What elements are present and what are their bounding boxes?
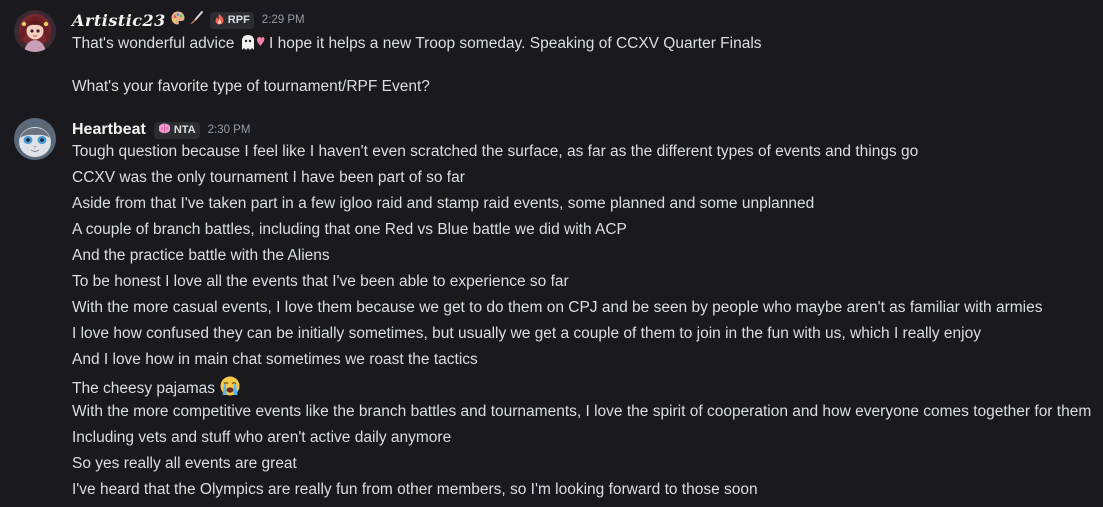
brain-icon <box>158 123 171 137</box>
message-header: Artistic23 RPF 2:29 PM <box>72 9 305 31</box>
message-line: With the more casual events, I love them… <box>72 299 1043 316</box>
timestamp[interactable]: 2:30 PM <box>208 124 251 136</box>
message-group-artistic23: Artistic23 RPF 2:29 PM That's wonderful … <box>0 0 1103 100</box>
message-line: And I love how in main chat sometimes we… <box>72 351 478 368</box>
message-line: Including vets and stuff who aren't acti… <box>72 429 452 446</box>
message-text: The cheesy pajamas <box>72 380 216 397</box>
message-line: So yes really all events are great <box>72 455 297 472</box>
author-name[interactable]: Artistic23 <box>72 11 166 30</box>
palette-icon <box>170 10 186 31</box>
message-line: And the practice battle with the Aliens <box>72 247 330 264</box>
ghost-heart-emoji <box>239 32 265 59</box>
role-tag-label: NTA <box>173 124 196 136</box>
chat-messages: Artistic23 RPF 2:29 PM That's wonderful … <box>0 0 1103 507</box>
message-line: The cheesy pajamas <box>72 375 241 404</box>
message-text: What's your favorite type of tournament/… <box>72 78 430 95</box>
author-name[interactable]: Heartbeat <box>72 121 146 139</box>
message-line: That's wonderful advice I hope it helps … <box>72 32 762 59</box>
message-line: With the more competitive events like th… <box>72 403 1092 420</box>
loudly-crying-emoji <box>219 375 241 404</box>
paintbrush-icon <box>188 10 204 31</box>
message-line: Aside from that I've taken part in a few… <box>72 195 815 212</box>
message-group-heartbeat: Heartbeat NTA 2:30 PM Tough question bec… <box>0 110 1103 507</box>
avatar-girl-icon[interactable] <box>14 10 56 52</box>
message-line: What's your favorite type of tournament/… <box>72 76 430 98</box>
message-line: I love how confused they can be initiall… <box>72 325 981 342</box>
message-line: Tough question because I feel like I hav… <box>72 143 919 160</box>
flame-icon <box>214 13 225 28</box>
role-tag[interactable]: NTA <box>153 121 200 139</box>
message-line: A couple of branch battles, including th… <box>72 221 627 238</box>
timestamp[interactable]: 2:29 PM <box>262 14 305 26</box>
avatar-cat-icon[interactable] <box>14 118 56 160</box>
role-tag-label: RPF <box>227 14 250 26</box>
username-decorations <box>170 10 204 31</box>
role-tag[interactable]: RPF <box>209 11 254 29</box>
message-header: Heartbeat NTA 2:30 PM <box>72 119 250 141</box>
message-line: I've heard that the Olympics are really … <box>72 481 758 498</box>
message-line: CCXV was the only tournament I have been… <box>72 169 465 186</box>
message-text: I hope it helps a new Troop someday. Spe… <box>268 35 762 52</box>
message-text: That's wonderful advice <box>72 35 235 52</box>
message-line: To be honest I love all the events that … <box>72 273 569 290</box>
